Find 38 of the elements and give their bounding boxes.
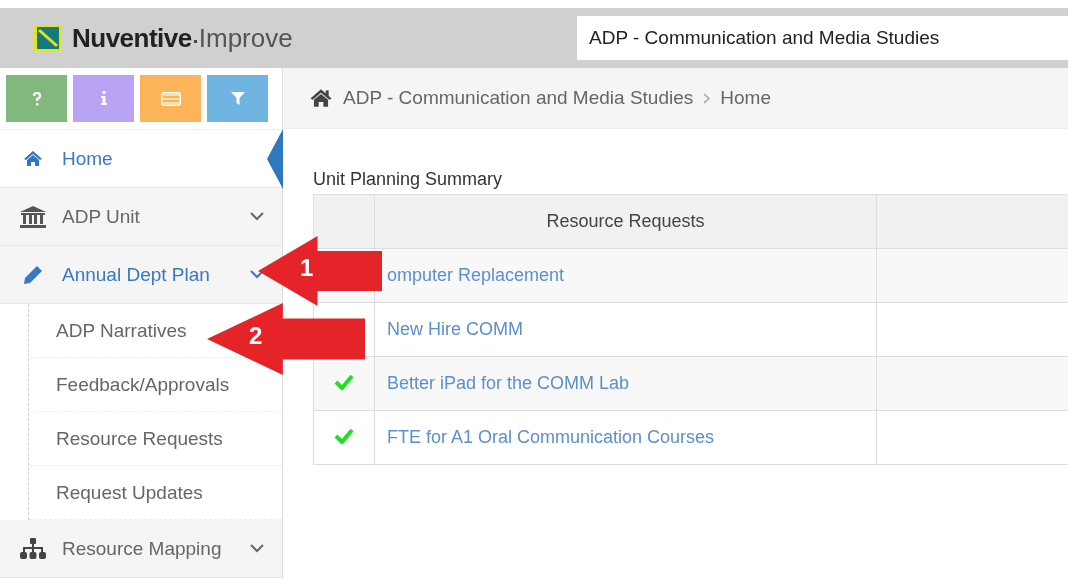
bank-icon bbox=[19, 204, 47, 229]
help-button[interactable] bbox=[6, 75, 67, 122]
logo-icon bbox=[32, 22, 64, 54]
help-icon bbox=[31, 91, 42, 106]
chevron-icon bbox=[703, 92, 711, 104]
unit-selector[interactable]: ADP - Communication and Media Studies bbox=[577, 16, 1068, 60]
home-icon bbox=[309, 88, 333, 108]
active-pointer-icon bbox=[267, 129, 283, 189]
filter-button[interactable] bbox=[207, 75, 268, 122]
logo-product: Improve bbox=[198, 22, 293, 54]
info-icon bbox=[99, 91, 108, 106]
callout-number: 1 bbox=[300, 254, 314, 282]
nav-subitem[interactable]: ADP Narratives bbox=[56, 319, 187, 342]
callout-number: 2 bbox=[249, 322, 263, 350]
column-header: Resource Requests bbox=[374, 194, 877, 249]
request-link[interactable]: FTE for A1 Oral Communication Courses bbox=[387, 427, 715, 447]
request-link[interactable]: omputer Replacement bbox=[387, 265, 565, 285]
request-link[interactable]: Better iPad for the COMM Lab bbox=[387, 373, 630, 393]
breadcrumb-item[interactable]: ADP - Communication and Media Studies bbox=[343, 87, 694, 109]
header-cell bbox=[313, 194, 375, 249]
nav-subitem[interactable]: Request Updates bbox=[56, 481, 203, 504]
nav-subitem[interactable]: Resource Requests bbox=[56, 427, 223, 450]
nav-subitem[interactable]: Feedback/Approvals bbox=[56, 373, 230, 396]
nav-item[interactable]: Resource Mapping bbox=[0, 520, 282, 578]
sitemap-icon bbox=[19, 536, 47, 561]
nav-item[interactable]: Home bbox=[0, 130, 282, 188]
home-icon bbox=[23, 150, 43, 167]
nav-item[interactable]: ADP Unit bbox=[0, 188, 282, 246]
section-title: Unit Planning Summary bbox=[313, 169, 504, 190]
nav-item[interactable]: Annual Dept Plan bbox=[0, 246, 282, 304]
breadcrumb-item: Home bbox=[720, 87, 771, 109]
card-icon bbox=[160, 91, 181, 106]
filter-icon bbox=[230, 91, 245, 106]
card-button[interactable] bbox=[140, 75, 201, 122]
pencil-icon bbox=[22, 263, 44, 286]
request-link[interactable]: New Hire COMM bbox=[387, 319, 523, 339]
info-button[interactable] bbox=[73, 75, 134, 122]
logo-brand: Nuventive bbox=[72, 22, 192, 54]
